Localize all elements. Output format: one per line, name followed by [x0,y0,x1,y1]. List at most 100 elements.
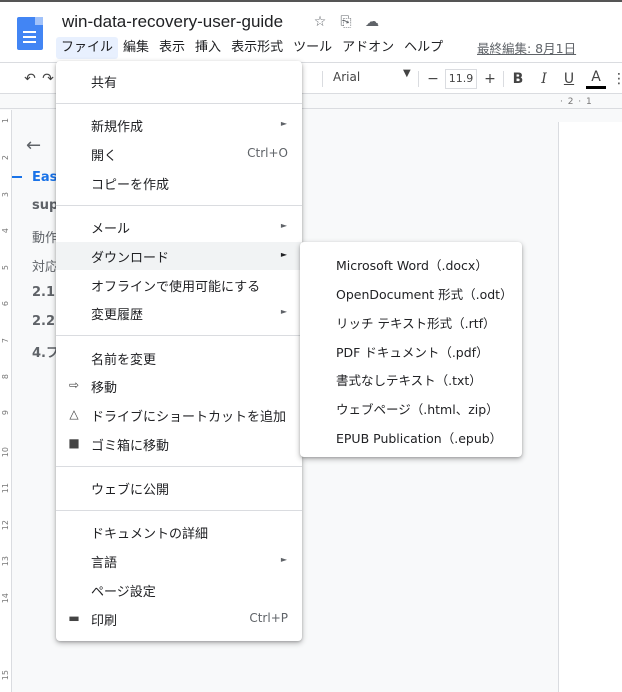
menu-item-label: 言語 [91,556,118,571]
bold-button[interactable]: B [509,67,527,91]
download-docx[interactable]: Microsoft Word（.docx） [336,255,488,274]
menu-item-label: メール [91,222,131,237]
menu-view[interactable]: 表示 [154,37,190,59]
chevron-down-icon[interactable]: ▼ [403,68,411,79]
drive-shortcut-icon: △ [69,407,79,421]
outline-item[interactable]: 2.2 [32,314,55,329]
outline-item[interactable]: sup [32,198,58,213]
document-page[interactable] [558,122,622,692]
menu-item-download[interactable]: ダウンロード ► [56,242,302,270]
menu-item-rename[interactable]: 名前を変更 [56,344,302,372]
menu-item-label: オフラインで使用可能にする [91,280,261,295]
download-submenu: Microsoft Word（.docx） OpenDocument 形式（.o… [300,242,522,457]
menu-item-label: コピーを作成 [91,178,170,193]
outline-item[interactable]: 動作 [32,227,58,246]
menu-item-label: 開く [91,149,118,164]
trash-icon: ■ [68,436,80,450]
outline-item[interactable]: 対応 [32,256,58,275]
menu-item-label: ドキュメントの詳細 [91,527,209,542]
menu-item-label: ウェブに公開 [91,483,170,498]
menu-divider [56,466,302,467]
download-epub[interactable]: EPUB Publication（.epub） [336,428,502,447]
menu-file[interactable]: ファイル [56,37,119,59]
toolbar-divider [503,71,504,87]
submenu-arrow-icon: ► [280,307,287,316]
ruler-number: 15 [1,670,10,681]
menu-item-trash[interactable]: ■ ゴミ箱に移動 [56,430,302,458]
menu-addons[interactable]: アドオン [337,37,399,59]
ruler-number: 4 [1,228,10,234]
menu-edit[interactable]: 編集 [118,37,154,59]
download-txt[interactable]: 書式なしテキスト（.txt） [336,370,482,389]
redo-icon[interactable]: ↷ [42,67,54,91]
submenu-arrow-icon: ► [280,221,287,230]
menu-divider [56,103,302,104]
docs-logo-icon[interactable] [17,17,43,50]
font-size-input[interactable]: 11.9 [445,69,477,89]
outline-item[interactable]: 2.1 [32,285,55,300]
menu-tools[interactable]: ツール [288,37,337,59]
ruler-number: 3 [1,192,10,198]
menu-item-publish[interactable]: ウェブに公開 [56,474,302,502]
menu-item-details[interactable]: ドキュメントの詳細 [56,518,302,546]
more-tools-icon[interactable]: ⋮ [612,67,622,91]
menu-item-new[interactable]: 新規作成 ► [56,111,302,139]
menu-help[interactable]: ヘルプ [399,37,448,59]
printer-icon: ▬ [68,611,80,625]
menu-item-version-history[interactable]: 変更履歴 ► [56,299,302,327]
ruler-number: 10 [1,447,10,458]
ruler-number: 5 [1,265,10,271]
menu-item-add-shortcut[interactable]: △ ドライブにショートカットを追加 [56,401,302,429]
file-menu: 共有 新規作成 ► 開く Ctrl+O コピーを作成 メール ► ダウンロード … [56,61,302,641]
toolbar-divider [418,71,419,87]
menu-bar: ファイル 編集 表示 挿入 表示形式 ツール アドオン ヘルプ [56,37,448,59]
menu-item-label: 移動 [91,381,118,396]
outline-item[interactable]: Eas [32,170,57,185]
menu-item-page-setup[interactable]: ページ設定 [56,576,302,604]
star-icon[interactable]: ☆ [312,14,328,30]
menu-item-label: 共有 [91,76,118,91]
menu-item-email[interactable]: メール ► [56,213,302,241]
decrease-font-size-button[interactable]: − [424,67,442,91]
submenu-arrow-icon: ► [280,250,287,259]
menu-item-move[interactable]: ⇨ 移動 [56,372,302,400]
menu-item-offline[interactable]: オフラインで使用可能にする [56,271,302,299]
submenu-arrow-icon: ► [280,555,287,564]
last-edit-link[interactable]: 最終編集: 8月1日 [477,38,576,57]
download-pdf[interactable]: PDF ドキュメント（.pdf） [336,342,489,361]
underline-button[interactable]: U [560,67,578,91]
menu-item-label: ドライブにショートカットを追加 [91,410,287,425]
submenu-arrow-icon: ► [280,119,287,128]
download-html[interactable]: ウェブページ（.html、zip） [336,399,499,418]
outline-back-arrow-icon[interactable]: ← [26,135,41,156]
cloud-status-icon[interactable]: ☁ [364,14,380,30]
vertical-ruler[interactable]: 1 2 3 4 5 6 7 8 9 10 11 12 13 14 15 [0,110,12,692]
menu-item-open[interactable]: 開く Ctrl+O [56,140,302,168]
download-odt[interactable]: OpenDocument 形式（.odt） [336,284,513,303]
font-family-select[interactable]: Arial [333,70,360,84]
menu-insert[interactable]: 挿入 [190,37,226,59]
menu-divider [56,335,302,336]
menu-divider [56,205,302,206]
move-folder-icon[interactable]: ⎘ [338,14,354,30]
menu-item-print[interactable]: ▬ 印刷 Ctrl+P [56,605,302,633]
title-bar: win-data-recovery-user-guide ☆ ⎘ ☁ ファイル … [0,0,622,62]
move-folder-icon: ⇨ [68,378,80,392]
ruler-number: 2 [1,155,10,161]
ruler-marks: · 2 · 1 [560,97,593,107]
shortcut-label: Ctrl+O [247,146,288,160]
document-title[interactable]: win-data-recovery-user-guide [62,12,283,32]
menu-item-label: 名前を変更 [91,353,157,368]
menu-item-make-copy[interactable]: コピーを作成 [56,169,302,197]
menu-format[interactable]: 表示形式 [226,37,288,59]
text-color-button[interactable]: A [586,67,606,89]
increase-font-size-button[interactable]: + [481,67,499,91]
outline-item[interactable]: 4.フ [32,342,59,361]
italic-button[interactable]: I [535,67,553,91]
menu-item-share[interactable]: 共有 [56,67,302,95]
menu-item-language[interactable]: 言語 ► [56,547,302,575]
toolbar-divider [322,71,323,87]
undo-icon[interactable]: ↶ [20,67,40,91]
ruler-number: 6 [1,301,10,307]
download-rtf[interactable]: リッチ テキスト形式（.rtf） [336,313,496,332]
